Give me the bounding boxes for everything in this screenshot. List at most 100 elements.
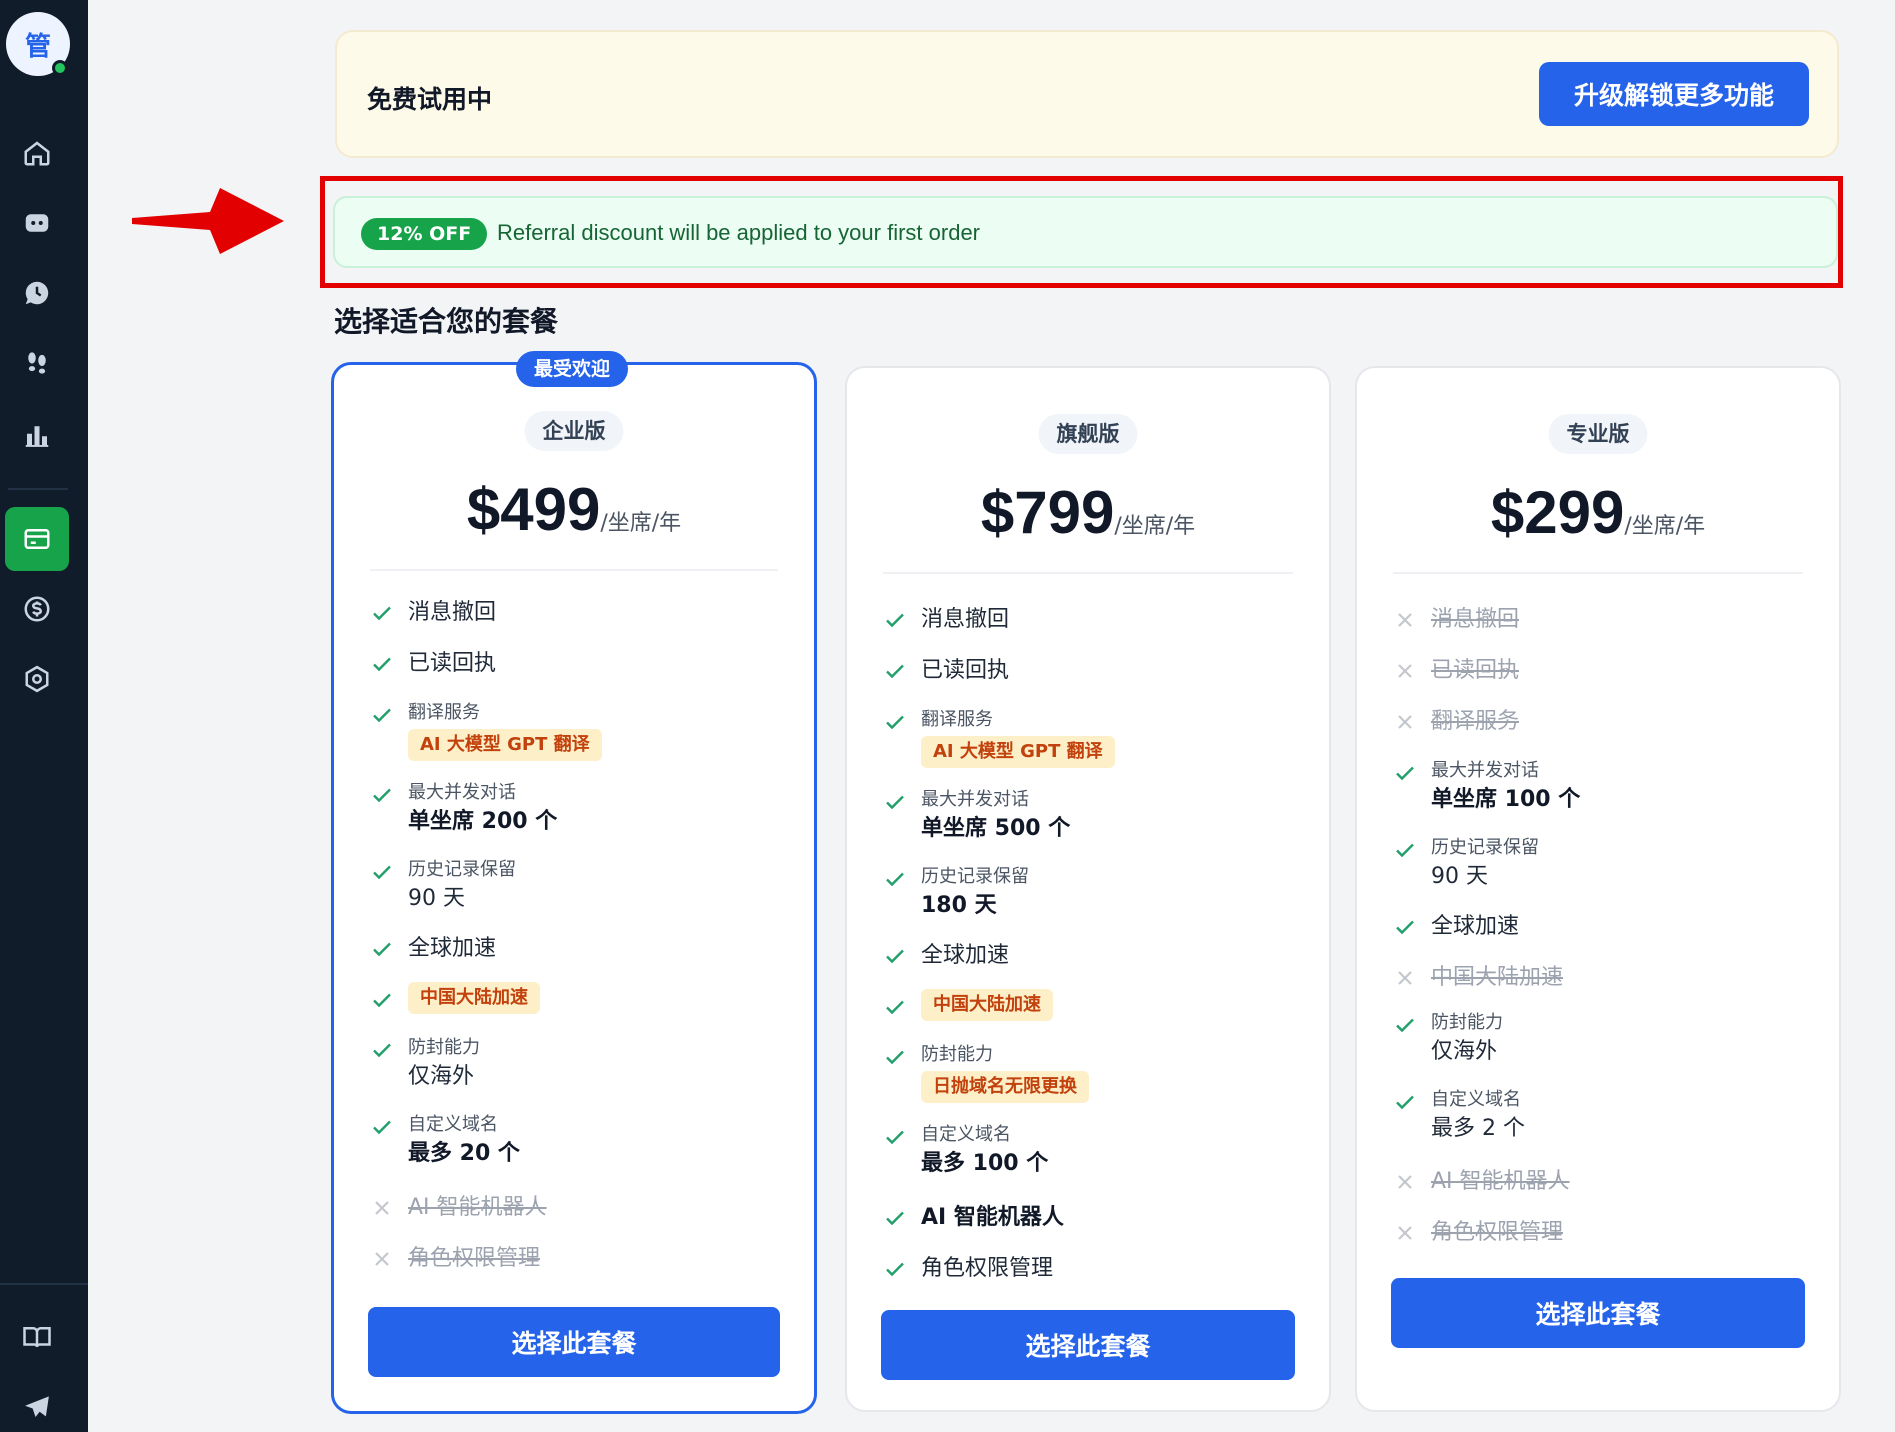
feature-label: 防封能力	[1431, 1012, 1503, 1033]
feature-value: 最多 100 个	[921, 1151, 1049, 1176]
check-icon	[886, 949, 904, 964]
cross-icon	[1398, 971, 1412, 985]
feature-label: 消息撤回	[1431, 607, 1520, 632]
check-icon	[1396, 1095, 1414, 1110]
avatar-text: 管	[24, 31, 51, 62]
feature-label: 自定义域名	[1431, 1089, 1521, 1110]
feature-tag: 中国大陆加速	[408, 982, 540, 1014]
feature-label: 翻译服务	[1431, 709, 1520, 734]
feature-tag: AI 大模型 GPT 翻译	[921, 736, 1115, 768]
upgrade-button[interactable]: 升级解锁更多功能	[1539, 62, 1809, 126]
feature-label: 翻译服务	[921, 709, 993, 730]
check-icon	[886, 1130, 904, 1145]
check-icon	[886, 872, 904, 887]
history-chat-icon[interactable]	[16, 272, 58, 314]
check-icon	[373, 865, 391, 880]
check-icon	[373, 1043, 391, 1058]
feature-value: 最多 2 个	[1431, 1116, 1525, 1141]
card-divider	[1393, 572, 1803, 574]
feature-value: 单坐席 200 个	[408, 809, 558, 834]
sidebar-divider-bottom	[0, 1283, 88, 1285]
check-icon	[886, 1262, 904, 1277]
plan-price: $499	[466, 476, 601, 543]
check-icon	[373, 1120, 391, 1135]
price-unit: /坐席/年	[1114, 514, 1196, 539]
feature-label: 全球加速	[1431, 914, 1520, 939]
sidebar: 管	[0, 0, 88, 1432]
settings-icon[interactable]	[16, 658, 58, 700]
trial-banner: 免费试用中 升级解锁更多功能	[335, 30, 1839, 158]
feature-label: 角色权限管理	[408, 1246, 541, 1271]
feature-value: 最多 20 个	[408, 1141, 520, 1166]
check-icon	[886, 1211, 904, 1226]
feature-label: 历史记录保留	[921, 866, 1029, 887]
discount-badge: 12% OFF	[361, 218, 488, 250]
feature-label: 已读回执	[408, 651, 497, 676]
feature-value: 单坐席 100 个	[1431, 787, 1581, 812]
chat-bot-icon[interactable]	[16, 202, 58, 244]
plan-price: $799	[980, 479, 1115, 546]
feature-label: AI 智能机器人	[921, 1205, 1064, 1230]
dollar-icon[interactable]	[16, 588, 58, 630]
section-title: 选择适合您的套餐	[334, 305, 559, 338]
cross-icon	[1398, 613, 1412, 627]
check-icon	[373, 708, 391, 723]
cross-icon	[375, 1252, 389, 1266]
feature-label: 中国大陆加速	[1431, 965, 1564, 990]
feature-label: AI 智能机器人	[408, 1195, 547, 1220]
check-icon	[886, 1050, 904, 1065]
price-row: $299/坐席/年	[1357, 478, 1839, 547]
online-status-dot	[52, 60, 68, 76]
bar-chart-icon[interactable]	[16, 414, 58, 456]
feature-label: 最大并发对话	[1431, 760, 1539, 781]
telegram-icon[interactable]	[16, 1386, 58, 1428]
feature-value: 单坐席 500 个	[921, 816, 1071, 841]
cross-icon	[1398, 715, 1412, 729]
plan-name: 企业版	[524, 411, 624, 451]
plan-name: 旗舰版	[1038, 414, 1138, 454]
check-icon	[373, 788, 391, 803]
home-icon[interactable]	[16, 132, 58, 174]
credit-card-icon[interactable]	[16, 518, 58, 560]
select-plan-button[interactable]: 选择此套餐	[881, 1310, 1295, 1380]
feature-label: 角色权限管理	[1431, 1220, 1564, 1245]
cross-icon	[375, 1201, 389, 1215]
feature-label: 历史记录保留	[1431, 837, 1539, 858]
referral-message: Referral discount will be applied to you…	[497, 220, 981, 245]
cross-icon	[1398, 1226, 1412, 1240]
feature-value: 仅海外	[1431, 1039, 1498, 1064]
feature-tag: 日抛域名无限更换	[921, 1071, 1089, 1103]
feature-value: 90 天	[408, 886, 465, 911]
feature-label: 防封能力	[921, 1044, 993, 1065]
card-divider	[883, 572, 1293, 574]
check-icon	[1396, 920, 1414, 935]
plan-name: 专业版	[1548, 414, 1648, 454]
price-unit: /坐席/年	[600, 511, 682, 536]
check-icon	[886, 1000, 904, 1015]
referral-banner: 12% OFF Referral discount will be applie…	[333, 196, 1838, 268]
feature-label: 消息撤回	[408, 600, 497, 625]
select-plan-button[interactable]: 选择此套餐	[368, 1307, 780, 1377]
book-icon[interactable]	[16, 1316, 58, 1358]
popular-badge: 最受欢迎	[516, 351, 629, 387]
feature-label: 最大并发对话	[921, 789, 1029, 810]
feature-label: 已读回执	[1431, 658, 1520, 683]
cross-icon	[1398, 664, 1412, 678]
feature-value: 90 天	[1431, 864, 1488, 889]
plan-price: $299	[1490, 479, 1625, 546]
footprints-icon[interactable]	[16, 342, 58, 384]
check-icon	[1396, 843, 1414, 858]
cross-icon	[1398, 1175, 1412, 1189]
feature-tag: 中国大陆加速	[921, 989, 1053, 1021]
check-icon	[373, 942, 391, 957]
feature-label: 全球加速	[408, 936, 497, 961]
check-icon	[373, 993, 391, 1008]
feature-label: 全球加速	[921, 943, 1010, 968]
sidebar-divider	[8, 488, 68, 490]
check-icon	[886, 715, 904, 730]
select-plan-button[interactable]: 选择此套餐	[1391, 1278, 1805, 1348]
feature-tag: AI 大模型 GPT 翻译	[408, 729, 602, 761]
feature-label: 自定义域名	[408, 1114, 498, 1135]
feature-label: 翻译服务	[408, 702, 480, 723]
price-row: $499/坐席/年	[334, 475, 814, 544]
